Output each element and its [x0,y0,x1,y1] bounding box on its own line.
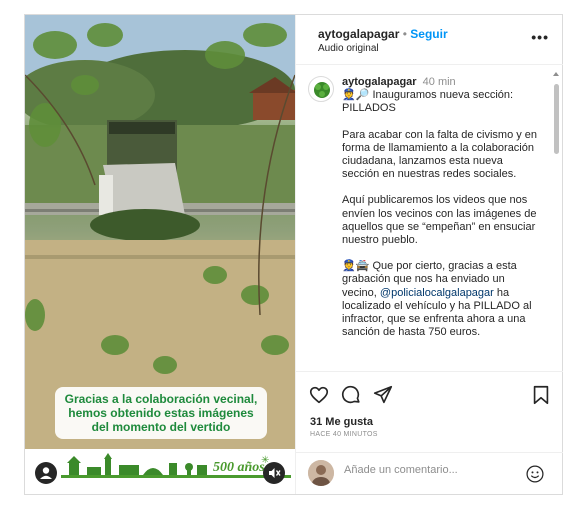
header-user-line: aytogalapagar • Seguir [318,27,448,41]
video-caption-overlay: Gracias a la colaboración vecinal, hemos… [55,387,267,439]
like-count[interactable]: 31 Me gusta [310,416,373,428]
share-icon[interactable] [372,384,394,406]
current-user-avatar [308,460,334,486]
header-separator: • [402,27,407,41]
tagged-user-icon[interactable] [35,462,57,484]
mute-icon[interactable] [263,462,285,484]
scroll-up-arrow[interactable] [553,72,559,76]
header-username[interactable]: aytogalapagar [318,27,399,41]
caption-text: aytogalapagar 40 min 👮🔎 Inauguramos nuev… [342,76,542,339]
mention-link[interactable]: @policialocalgalapagar [380,287,494,299]
post-sidebar: aytogalapagar • Seguir Audio original ••… [295,15,563,494]
post-actions: 31 Me gusta HACE 40 MINUTOS [296,371,563,441]
post-timestamp: HACE 40 MINUTOS [310,431,378,438]
comment-bar [296,452,563,494]
bookmark-icon[interactable] [530,384,552,406]
smiley-icon[interactable] [525,464,545,484]
video-caption-line: Gracias a la colaboración vecinal, [64,392,258,406]
caption-paragraph: 👮🔎 Inauguramos nueva sección: PILLADOS [342,89,514,115]
post-header: aytogalapagar • Seguir Audio original ••… [296,15,563,65]
post-video[interactable]: Gracias a la colaboración vecinal, hemos… [25,15,295,494]
heart-icon[interactable] [308,384,330,406]
comment-icon[interactable] [340,384,362,406]
follow-button[interactable]: Seguir [410,27,447,41]
scrollbar-thumb[interactable] [554,84,559,154]
instagram-post: Gracias a la colaboración vecinal, hemos… [24,14,563,495]
video-caption-line: del momento del vertido [91,420,231,434]
anniversary-logo-text: 500 años [213,460,265,475]
caption-paragraph: Para acabar con la falta de civismo y en… [342,128,538,181]
audio-label[interactable]: Audio original [318,43,379,54]
caption-area: aytogalapagar 40 min 👮🔎 Inauguramos nuev… [296,66,563,371]
more-options-icon[interactable]: ••• [531,29,549,45]
caption-time: 40 min [422,76,456,88]
video-caption-line: hemos obtenido estas imágenes [68,406,254,420]
caption-username[interactable]: aytogalapagar [342,76,417,88]
caption-paragraph: 👮🚔 Que por cierto, gracias a esta grabac… [342,260,542,339]
caption-paragraph: Aquí publicaremos los videos que nos env… [342,194,537,247]
comment-input[interactable] [344,464,514,476]
author-avatar[interactable] [308,76,334,102]
anniversary-logo: 500 años ✳ [61,453,291,478]
